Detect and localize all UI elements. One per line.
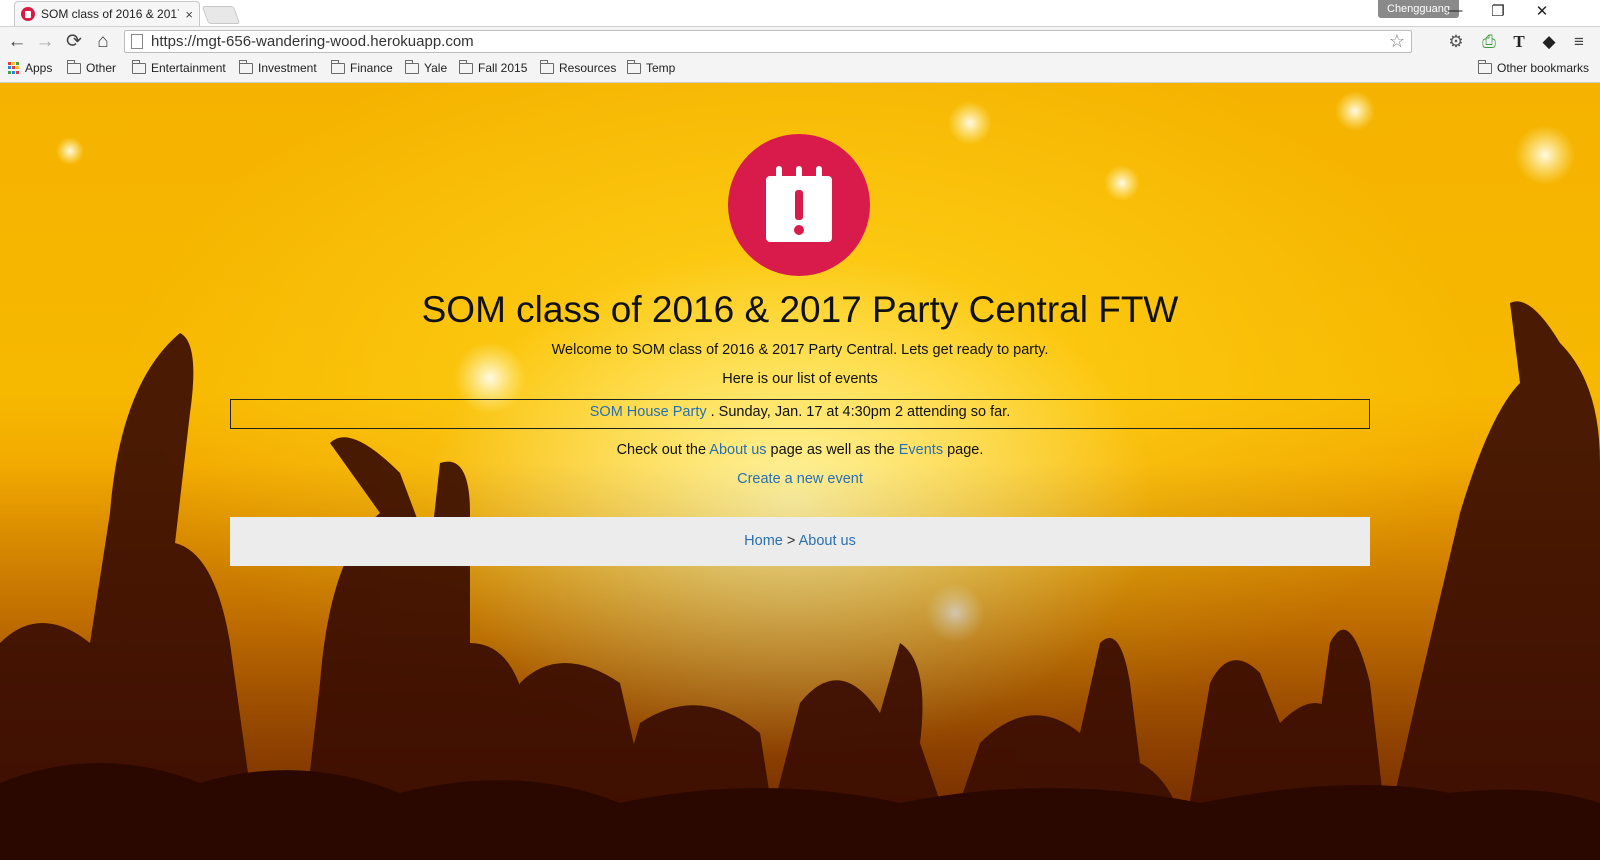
forward-icon[interactable]: →: [34, 31, 56, 53]
menu-icon[interactable]: ≡: [1568, 31, 1590, 53]
event-item: SOM House Party . Sunday, Jan. 17 at 4:3…: [231, 400, 1369, 422]
bookmark-star-icon[interactable]: ☆: [1389, 31, 1411, 52]
calendar-alert-icon: [728, 134, 870, 276]
git-icon[interactable]: ◆: [1538, 31, 1560, 53]
folder-icon: [238, 59, 253, 74]
bookmark-investment[interactable]: Investment: [238, 59, 317, 75]
folder-icon: [539, 59, 554, 74]
url-text[interactable]: https://mgt-656-wandering-wood.herokuapp…: [151, 33, 1389, 50]
folder-icon: [1477, 59, 1492, 74]
create-event-row: Create a new event: [0, 471, 1600, 487]
printer-icon[interactable]: ⎙: [1478, 31, 1500, 53]
back-icon[interactable]: ←: [6, 31, 28, 53]
bookmark-label: Apps: [25, 61, 53, 75]
folder-icon: [404, 59, 419, 74]
bookmark-finance[interactable]: Finance: [330, 59, 393, 75]
create-event-link[interactable]: Create a new event: [737, 471, 863, 487]
bookmark-resources[interactable]: Resources: [539, 59, 617, 75]
tab-title: SOM class of 2016 & 2017 Party Central F…: [41, 7, 179, 21]
tab-close-icon[interactable]: ×: [185, 7, 193, 22]
text-icon[interactable]: T: [1508, 31, 1530, 53]
check-out-text: Check out the About us page as well as t…: [0, 442, 1600, 458]
folder-icon: [66, 59, 81, 74]
breadcrumb-separator: >: [782, 533, 799, 549]
bookmark-label: Temp: [646, 61, 676, 75]
welcome-text: Welcome to SOM class of 2016 & 2017 Part…: [551, 342, 1049, 358]
breadcrumb-about-link[interactable]: About us: [799, 533, 856, 549]
bookmark-other-bookmarks[interactable]: Other bookmarks: [1477, 59, 1590, 75]
breadcrumb-home-link[interactable]: Home: [744, 533, 783, 549]
bookmark-label: Yale: [424, 61, 448, 75]
minimize-icon[interactable]: —: [1445, 2, 1465, 19]
check-out-prefix: Check out the: [616, 442, 710, 458]
home-icon[interactable]: ⌂: [92, 31, 114, 53]
browser-tab[interactable]: SOM class of 2016 & 2017 Party Central F…: [14, 1, 200, 26]
bookmark-label: Fall 2015: [478, 61, 528, 75]
restore-icon[interactable]: ❐: [1488, 2, 1508, 20]
browser-toolbar: ← → ⟳ ⌂ https://mgt-656-wandering-wood.h…: [0, 27, 1600, 57]
bookmark-label: Entertainment: [151, 61, 226, 75]
bookmark-label: Other bookmarks: [1497, 61, 1590, 75]
page-title: SOM class of 2016 & 2017 Party Central F…: [421, 289, 1179, 330]
close-window-icon[interactable]: ✕: [1532, 2, 1552, 20]
page-icon: [131, 34, 143, 49]
bookmark-yale[interactable]: Yale: [404, 59, 448, 75]
bookmark-label: Investment: [258, 61, 317, 75]
events-intro: Here is our list of events: [722, 371, 878, 387]
favicon-icon: [21, 7, 35, 21]
page-background: SOM class of 2016 & 2017 Party Central F…: [0, 83, 1600, 860]
folder-icon: [330, 59, 345, 74]
check-out-suffix: page.: [943, 442, 984, 458]
apps-grid-icon: [8, 62, 20, 74]
check-out-middle: page as well as the: [766, 442, 899, 458]
folder-icon: [626, 59, 641, 74]
bookmark-apps[interactable]: Apps: [8, 61, 52, 75]
bookmark-temp[interactable]: Temp: [626, 59, 676, 75]
tab-strip: SOM class of 2016 & 2017 Party Central F…: [0, 0, 1600, 27]
breadcrumb: Home > About us: [230, 517, 1370, 566]
new-tab-button[interactable]: [201, 6, 241, 24]
event-link[interactable]: SOM House Party: [590, 404, 707, 420]
bookmark-other[interactable]: Other: [66, 59, 117, 75]
bookmark-entertainment[interactable]: Entertainment: [131, 59, 226, 75]
events-list: SOM House Party . Sunday, Jan. 17 at 4:3…: [230, 399, 1370, 429]
address-bar[interactable]: https://mgt-656-wandering-wood.herokuapp…: [124, 30, 1412, 53]
folder-icon: [131, 59, 146, 74]
events-link[interactable]: Events: [899, 442, 943, 458]
bookmarks-bar: Apps Other Entertainment Investment Fina…: [0, 57, 1600, 83]
extension-icon[interactable]: ⚙: [1445, 31, 1467, 53]
bookmark-label: Other: [86, 61, 117, 75]
event-details: . Sunday, Jan. 17 at 4:30pm 2 attending …: [706, 404, 1011, 420]
bookmark-fall-2015[interactable]: Fall 2015: [458, 59, 528, 75]
reload-icon[interactable]: ⟳: [63, 31, 85, 53]
bookmark-label: Resources: [559, 61, 617, 75]
folder-icon: [458, 59, 473, 74]
about-us-link[interactable]: About us: [709, 442, 766, 458]
bookmark-label: Finance: [350, 61, 393, 75]
